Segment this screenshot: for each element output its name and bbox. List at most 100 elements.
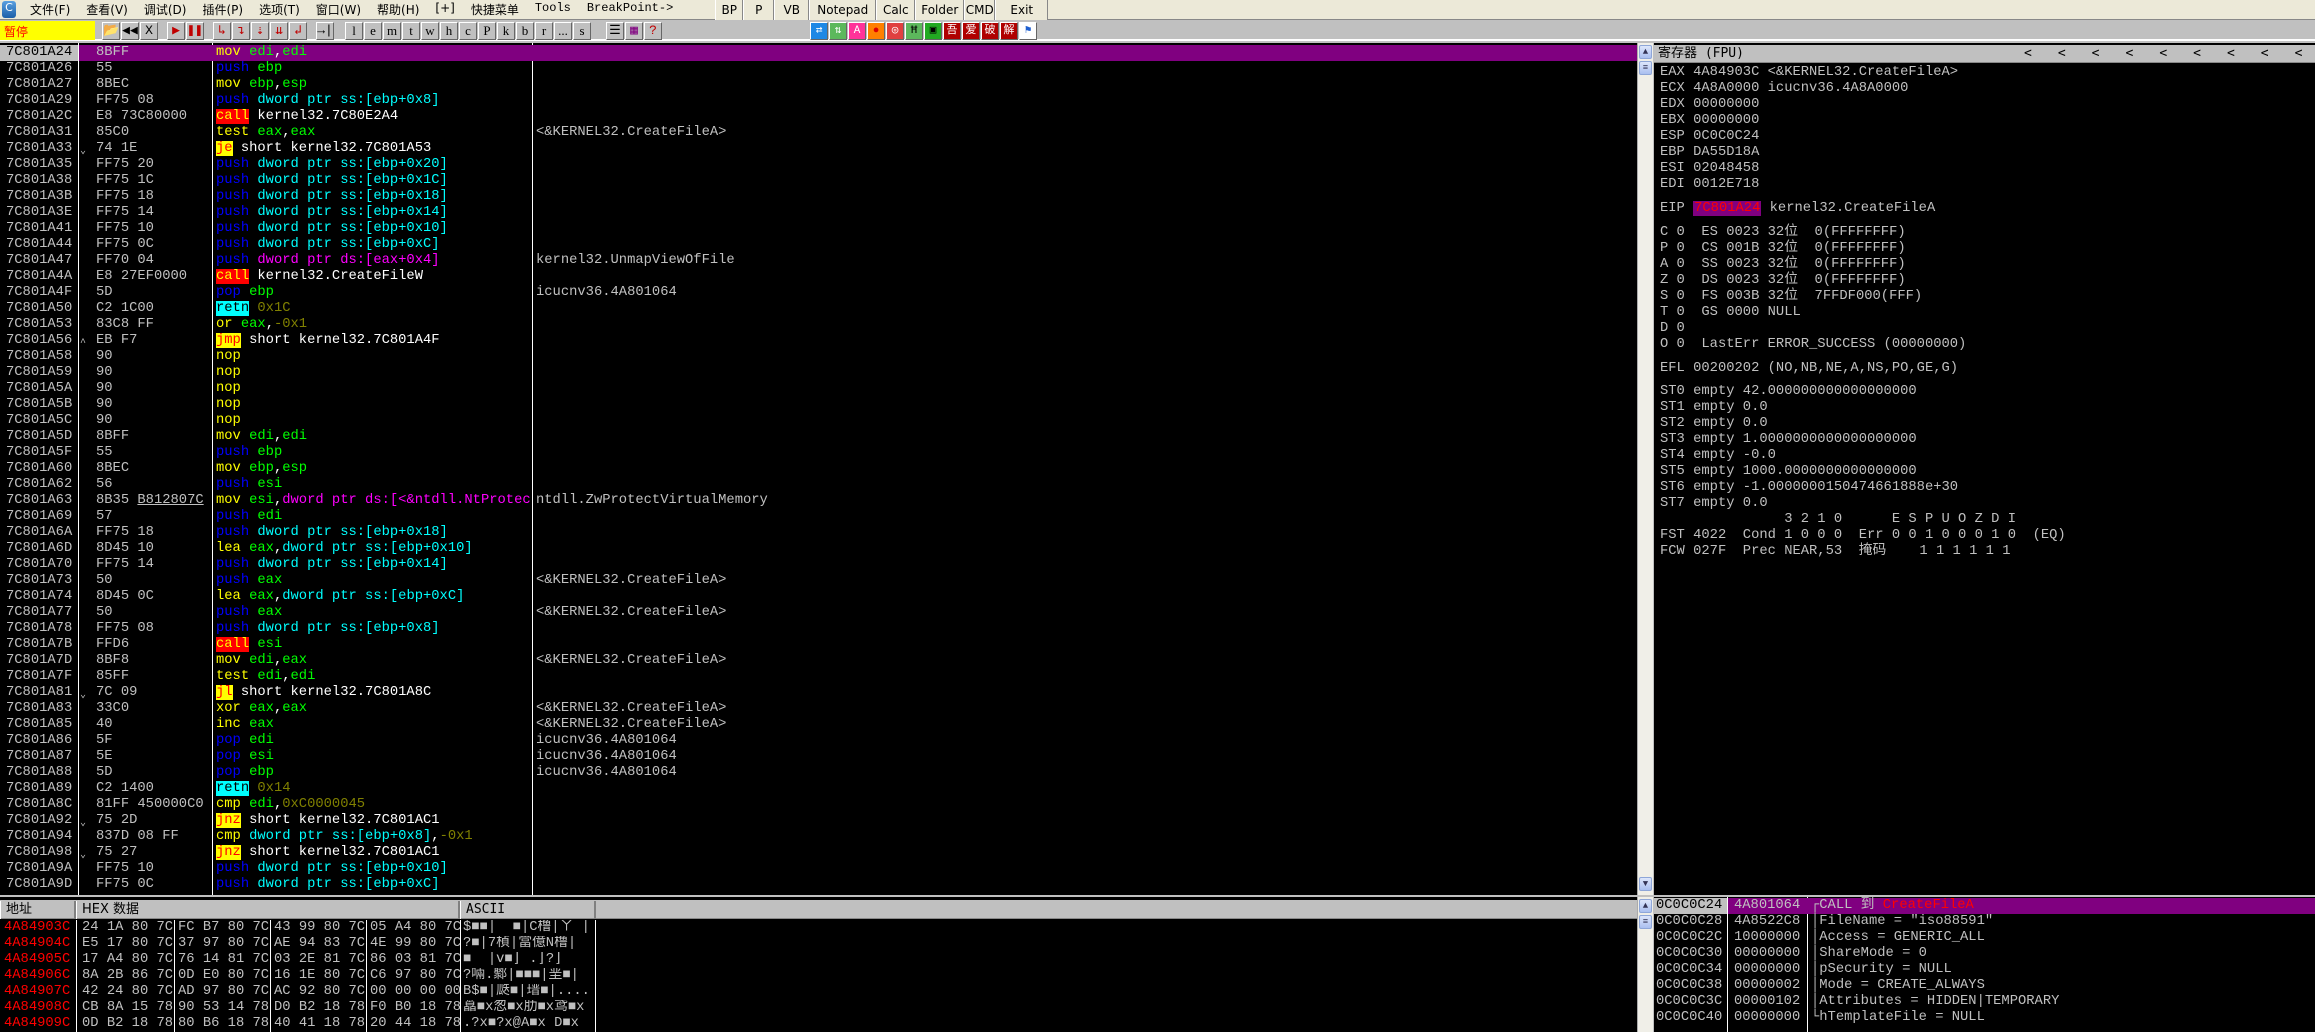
quick-button-folder[interactable]: Folder: [915, 0, 965, 20]
hex-dump-pane[interactable]: 地址 HEX 数据 ASCII 4A84903C 24 1A 80 7C FC B7…: [0, 901, 1637, 1032]
goto-icon[interactable]: →|: [316, 22, 334, 40]
disasm-row[interactable]: 7C801A29 FF75 08 push dword ptr ss:[ebp+0x…: [0, 93, 1637, 109]
dump-row[interactable]: 4A84907C 42 24 80 7C AD 97 80 7C AC 92 80 7…: [0, 984, 1637, 1000]
disasm-row[interactable]: 7C801A73 50 push eax <&KERNEL32.CreateFileA…: [0, 573, 1637, 589]
register-eax[interactable]: EAX 4A84903C <&KERNEL32.CreateFileA>: [1660, 65, 2315, 81]
quick-button-exit[interactable]: Exit: [995, 0, 1049, 20]
disasm-row[interactable]: 7C801A94 837D 08 FF cmp dword ptr ss:[ebp+…: [0, 829, 1637, 845]
register-value[interactable]: 0012E718: [1693, 177, 1759, 192]
disasm-row[interactable]: 7C801A5C 90 nop: [0, 413, 1637, 429]
open-icon[interactable]: 📂: [102, 22, 120, 40]
register-esi[interactable]: ESI 02048458: [1660, 161, 2315, 177]
close-icon[interactable]: X: [140, 22, 158, 40]
fpu-line[interactable]: ST4 empty -0.0: [1660, 448, 2315, 464]
disasm-row[interactable]: 7C801A6D 8D45 10 lea eax,dword ptr ss:[ebp…: [0, 541, 1637, 557]
window-button-t[interactable]: t: [402, 22, 420, 40]
column-address[interactable]: 地址: [0, 901, 76, 919]
register-value[interactable]: 0C0C0C24: [1693, 129, 1759, 144]
quick-button-calc[interactable]: Calc: [876, 0, 916, 20]
register-view-arrow-3[interactable]: <: [2125, 45, 2133, 63]
fpu-line[interactable]: ST7 empty 0.0: [1660, 496, 2315, 512]
register-ecx[interactable]: ECX 4A8A0000 icucnv36.4A8A0000: [1660, 81, 2315, 97]
help-icon[interactable]: ?: [644, 22, 662, 40]
disasm-row[interactable]: 7C801A60 8BEC mov ebp,esp: [0, 461, 1637, 477]
disasm-row[interactable]: 7C801A85 40 inc eax <&KERNEL32.CreateFileA>: [0, 717, 1637, 733]
window-button-k[interactable]: k: [497, 22, 515, 40]
disasm-row[interactable]: 7C801A26 55 push ebp: [0, 61, 1637, 77]
quick-button-vb[interactable]: VB: [774, 0, 810, 20]
target-icon[interactable]: ◎: [886, 22, 904, 40]
disasm-row[interactable]: 7C801A3B FF75 18 push dword ptr ss:[ebp+0x…: [0, 189, 1637, 205]
register-value[interactable]: 7C801A24: [1693, 201, 1762, 216]
menu-4[interactable]: 选项(T): [251, 1, 308, 18]
window-button-c[interactable]: c: [459, 22, 477, 40]
fpu-line[interactable]: ST2 empty 0.0: [1660, 416, 2315, 432]
ascii-icon[interactable]: A: [848, 22, 866, 40]
flag-line[interactable]: D 0: [1660, 321, 2315, 337]
register-value[interactable]: 00000000: [1693, 113, 1759, 128]
register-value[interactable]: 4A8A0000: [1693, 81, 1759, 96]
hex-icon[interactable]: Ħ: [905, 22, 923, 40]
stack-row[interactable]: 0C0C0C24 4A801064 ┌CALL 到 CreateFileA: [1654, 898, 2315, 914]
disasm-row[interactable]: 7C801A7D 8BF8 mov edi,eax <&KERNEL32.Create…: [0, 653, 1637, 669]
scroll-thumb[interactable]: ≡: [1639, 61, 1652, 75]
execute-till-return-icon[interactable]: ↲: [289, 22, 307, 40]
flag-icon[interactable]: ⚑: [1019, 22, 1037, 40]
scroll-up-icon[interactable]: ▲: [1639, 899, 1652, 913]
disasm-row[interactable]: 7C801A8C 81FF 450000C0 cmp edi,0xC0000045: [0, 797, 1637, 813]
window-icon[interactable]: ▣: [924, 22, 942, 40]
fpu-line[interactable]: ST5 empty 1000.0000000000000000: [1660, 464, 2315, 480]
window-button-l[interactable]: l: [345, 22, 363, 40]
disasm-row[interactable]: 7C801A24 8BFF mov edi,edi: [0, 45, 1637, 61]
column-ascii[interactable]: ASCII: [460, 901, 596, 919]
menu-3[interactable]: 插件(P): [194, 1, 251, 18]
quick-button-cmd[interactable]: CMD: [964, 0, 996, 20]
fpu-line[interactable]: ST0 empty 42.000000000000000000: [1660, 384, 2315, 400]
disasm-row[interactable]: 7C801A4A E8 27EF0000 call kernel32.CreateF…: [0, 269, 1637, 285]
quick-button-bp[interactable]: BP: [715, 0, 744, 20]
window-button-w[interactable]: w: [421, 22, 439, 40]
fpu-line[interactable]: 3 2 1 0 E S P U O Z D I: [1660, 512, 2315, 528]
stack-row[interactable]: 0C0C0C3C 00000102 │Attributes = HIDDEN|TEM…: [1654, 994, 2315, 1010]
disasm-row[interactable]: 7C801A58 90 nop: [0, 349, 1637, 365]
jie-icon[interactable]: 解: [1000, 22, 1018, 40]
stack-row[interactable]: 0C0C0C30 00000000 │ShareMode = 0: [1654, 946, 2315, 962]
disasm-row[interactable]: 7C801A7F 85FF test edi,edi: [0, 669, 1637, 685]
window-button-P[interactable]: P: [478, 22, 496, 40]
menu-breakpoint[interactable]: BreakPoint->: [579, 1, 681, 18]
disasm-row[interactable]: 7C801A2C E8 73C80000 call kernel32.7C80E2A…: [0, 109, 1637, 125]
disasm-row[interactable]: 7C801A6A FF75 18 push dword ptr ss:[ebp+0x…: [0, 525, 1637, 541]
disasm-row[interactable]: 7C801A9A FF75 10 push dword ptr ss:[ebp+0x…: [0, 861, 1637, 877]
stack-row[interactable]: 0C0C0C38 00000002 │Mode = CREATE_ALWAYS: [1654, 978, 2315, 994]
flag-line[interactable]: A 0 SS 0023 32位 0(FFFFFFFF): [1660, 257, 2315, 273]
wu-icon[interactable]: 吾: [943, 22, 961, 40]
window-button-r[interactable]: r: [535, 22, 553, 40]
rewind-icon[interactable]: ◀◀: [121, 22, 139, 40]
register-value[interactable]: 4A84903C: [1693, 65, 1759, 80]
window-button-dots[interactable]: ...: [554, 22, 572, 40]
disasm-row[interactable]: 7C801A89 C2 1400 retn 0x14: [0, 781, 1637, 797]
disasm-row[interactable]: 7C801A78 FF75 08 push dword ptr ss:[ebp+0x…: [0, 621, 1637, 637]
fpu-line[interactable]: ST3 empty 1.0000000000000000000: [1660, 432, 2315, 448]
disasm-row[interactable]: 7C801A5B 90 nop: [0, 397, 1637, 413]
window-button-e[interactable]: e: [364, 22, 382, 40]
flag-line[interactable]: O 0 LastErr ERROR_SUCCESS (00000000): [1660, 337, 2315, 353]
disasm-row[interactable]: 7C801A81 ⌄ 7C 09 jl short kernel32.7C801A8C: [0, 685, 1637, 701]
register-value[interactable]: 00000000: [1693, 97, 1759, 112]
stack-row[interactable]: 0C0C0C34 00000000 │pSecurity = NULL: [1654, 962, 2315, 978]
disasm-row[interactable]: 7C801A5F 55 push ebp: [0, 445, 1637, 461]
record-icon[interactable]: ●: [867, 22, 885, 40]
run-icon[interactable]: ▶: [167, 22, 185, 40]
po-icon[interactable]: 破: [981, 22, 999, 40]
step-over-icon[interactable]: ↴: [232, 22, 250, 40]
disasm-row[interactable]: 7C801A63 8B35 B812807C mov esi,dword ptr d…: [0, 493, 1637, 509]
window-button-h[interactable]: h: [440, 22, 458, 40]
disasm-row[interactable]: 7C801A33 ⌄ 74 1E je short kernel32.7C801A53: [0, 141, 1637, 157]
menu-0[interactable]: 文件(F): [22, 1, 78, 18]
stack-row[interactable]: 0C0C0C40 00000000 └hTemplateFile = NULL: [1654, 1010, 2315, 1026]
disasm-row[interactable]: 7C801A83 33C0 xor eax,eax <&KERNEL32.Create…: [0, 701, 1637, 717]
quick-button-notepad[interactable]: Notepad: [809, 0, 877, 20]
dump-row[interactable]: 4A84906C 8A 2B 86 7C 0D E0 80 7C 16 1E 80 7…: [0, 968, 1637, 984]
register-view-arrow-5[interactable]: <: [2193, 45, 2201, 63]
updown-icon[interactable]: ⇅: [829, 22, 847, 40]
